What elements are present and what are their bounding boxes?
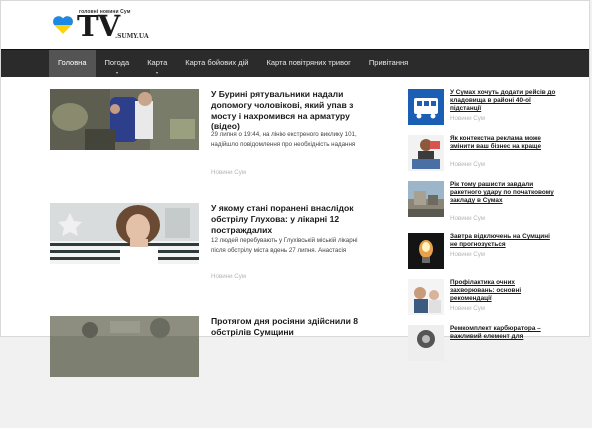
sidebar-item-category[interactable]: Новини Сум [450,305,485,312]
sidebar-thumbnail[interactable] [408,135,444,171]
article-thumbnail[interactable] [50,89,199,150]
nav-item-map[interactable]: Карта [138,50,176,77]
article-category[interactable]: Новини Сум [211,169,246,176]
logo-text: TV [77,9,120,43]
sidebar-item: Завтра відключень на Сумщині не прогнозу… [407,233,557,279]
article-title[interactable]: Протягом дня росіяни здійснили 8 обстріл… [211,316,367,338]
main-nav: Головна Погода Карта Карта бойових дій К… [1,49,589,77]
caret-down-icon [115,72,118,74]
logo-domain: .SUMY.UA [115,33,149,40]
sidebar-item-title[interactable]: Рік тому рашисти завдали ракетного удару… [450,181,557,205]
sidebar-thumbnail[interactable] [408,325,444,361]
ukraine-heart-icon [53,16,73,34]
sidebar-item: Рік тому рашисти завдали ракетного удару… [407,181,557,233]
article-item: У якому стані поранені внаслідок обстріл… [49,203,367,313]
article-title[interactable]: У якому стані поранені внаслідок обстріл… [211,203,367,235]
sidebar-news: У Сумах хочуть додати рейсів до кладовищ… [407,89,557,371]
sidebar-item-title[interactable]: Як контекстна реклама може змінити ваш б… [450,135,557,151]
sidebar-item: Як контекстна реклама може змінити ваш б… [407,135,557,181]
sidebar-item-category[interactable]: Новини Сум [450,215,485,222]
article-title[interactable]: У Бурині рятувальники надали допомогу чо… [211,89,367,132]
sidebar-item: Профілактика очних захворювань: основні … [407,279,557,325]
sidebar-item-title[interactable]: У Сумах хочуть додати рейсів до кладовищ… [450,89,557,113]
article-list: У Бурині рятувальники надали допомогу чо… [49,89,367,423]
article-category[interactable]: Новини Сум [211,273,246,280]
article-thumbnail[interactable] [50,203,199,264]
sidebar-item-category[interactable]: Новини Сум [450,161,485,168]
article-thumbnail[interactable] [50,316,199,377]
sidebar-item-category[interactable]: Новини Сум [450,251,485,258]
caret-down-icon [156,72,159,74]
sidebar-item: У Сумах хочуть додати рейсів до кладовищ… [407,89,557,135]
sidebar-item-title[interactable]: Завтра відключень на Сумщині не прогнозу… [450,233,557,249]
page: головні новини Сум TV .SUMY.UA Головна П… [0,0,590,377]
article-item: У Бурині рятувальники надали допомогу чо… [49,89,367,201]
article-excerpt: 29 липня о 19:44, на лінію екстреного ви… [211,131,357,148]
sidebar-item-title[interactable]: Ремкомплект карбюратора – важливий елеме… [450,325,557,341]
sidebar-item-category[interactable]: Новини Сум [450,115,485,122]
site-logo[interactable]: головні новини Сум TV .SUMY.UA [49,7,149,45]
nav-item-home[interactable]: Головна [49,50,96,77]
nav-item-air-alert-map[interactable]: Карта повітряних тривог [258,50,360,77]
nav-item-greetings[interactable]: Привітання [360,50,417,77]
nav-item-weather[interactable]: Погода [96,50,139,77]
article-excerpt: 12 людей перебувають у Глухівській міськ… [211,237,358,254]
sidebar-item-title[interactable]: Профілактика очних захворювань: основні … [450,279,557,303]
sidebar-thumbnail[interactable] [408,89,444,125]
sidebar-thumbnail[interactable] [408,279,444,315]
site-header: головні новини Сум TV .SUMY.UA [1,1,589,49]
nav-item-combat-map[interactable]: Карта бойових дій [176,50,257,77]
sidebar-thumbnail[interactable] [408,233,444,269]
sidebar-thumbnail[interactable] [408,181,444,217]
article-item: Протягом дня росіяни здійснили 8 обстріл… [49,316,367,428]
sidebar-item: Ремкомплект карбюратора – важливий елеме… [407,325,557,371]
